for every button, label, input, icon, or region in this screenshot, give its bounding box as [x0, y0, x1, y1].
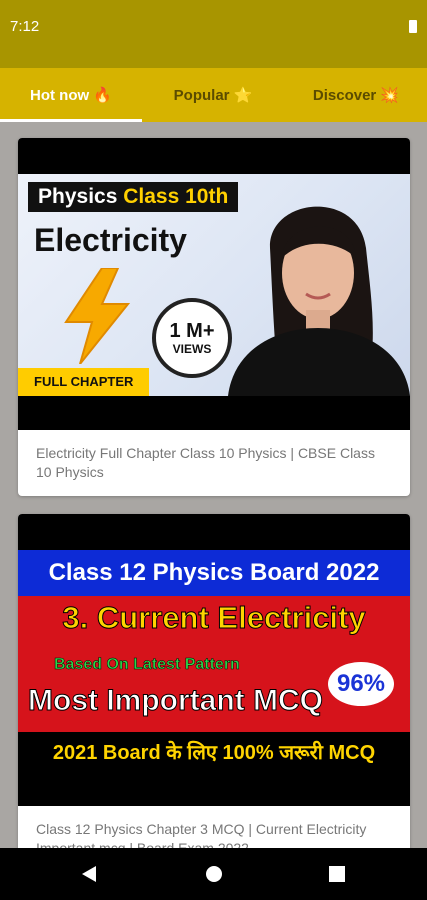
presenter-photo [228, 206, 410, 396]
status-time: 7:12 [10, 18, 40, 35]
subject-text: Physics [38, 185, 118, 208]
navigation-bar [0, 848, 427, 900]
thumbnail-topic: Electricity [34, 222, 187, 258]
thumbnail-hindi: 2021 Board के लिए 100% जरूरी MCQ [52, 742, 376, 764]
video-thumbnail[interactable]: Class 12 Physics Board 2022 3. Current E… [18, 514, 410, 806]
lightning-icon [64, 268, 131, 364]
home-icon[interactable] [204, 864, 224, 884]
recents-icon[interactable] [328, 864, 346, 884]
views-count: 1 M+ [169, 320, 215, 342]
thumbnail-subject: Physics Class 10th [28, 182, 239, 212]
thumbnail-banner: Class 12 Physics Board 2022 [18, 550, 410, 596]
back-icon[interactable] [80, 864, 98, 884]
tab-hot-now[interactable]: Hot now 🔥 [0, 68, 142, 122]
status-bar: 7:12 [0, 0, 427, 68]
thumbnail-mcq: Most Important MCQ [28, 684, 324, 718]
video-feed[interactable]: Physics Class 10th Electricity 1 M+ VIEW… [0, 122, 427, 848]
tab-popular[interactable]: Popular ⭐ [142, 68, 284, 122]
full-chapter-badge: FULL CHAPTER [18, 368, 150, 396]
class-text: Class 10th [123, 185, 229, 208]
thumbnail-topic: 3. Current Electricity [62, 600, 366, 636]
video-card[interactable]: Physics Class 10th Electricity 1 M+ VIEW… [18, 138, 410, 496]
video-thumbnail[interactable]: Physics Class 10th Electricity 1 M+ VIEW… [18, 138, 410, 430]
thumbnail-pattern: Based On Latest Pattern [54, 656, 240, 674]
video-title[interactable]: Class 12 Physics Chapter 3 MCQ | Current… [18, 806, 410, 848]
tab-bar: Hot now 🔥 Popular ⭐ Discover 💥 [0, 68, 427, 122]
video-card[interactable]: Class 12 Physics Board 2022 3. Current E… [18, 514, 410, 848]
views-label: VIEWS [172, 342, 212, 356]
video-title[interactable]: Electricity Full Chapter Class 10 Physic… [18, 430, 410, 496]
battery-icon [409, 20, 417, 33]
tab-discover[interactable]: Discover 💥 [285, 68, 427, 122]
percent-badge: 96% [328, 662, 394, 706]
